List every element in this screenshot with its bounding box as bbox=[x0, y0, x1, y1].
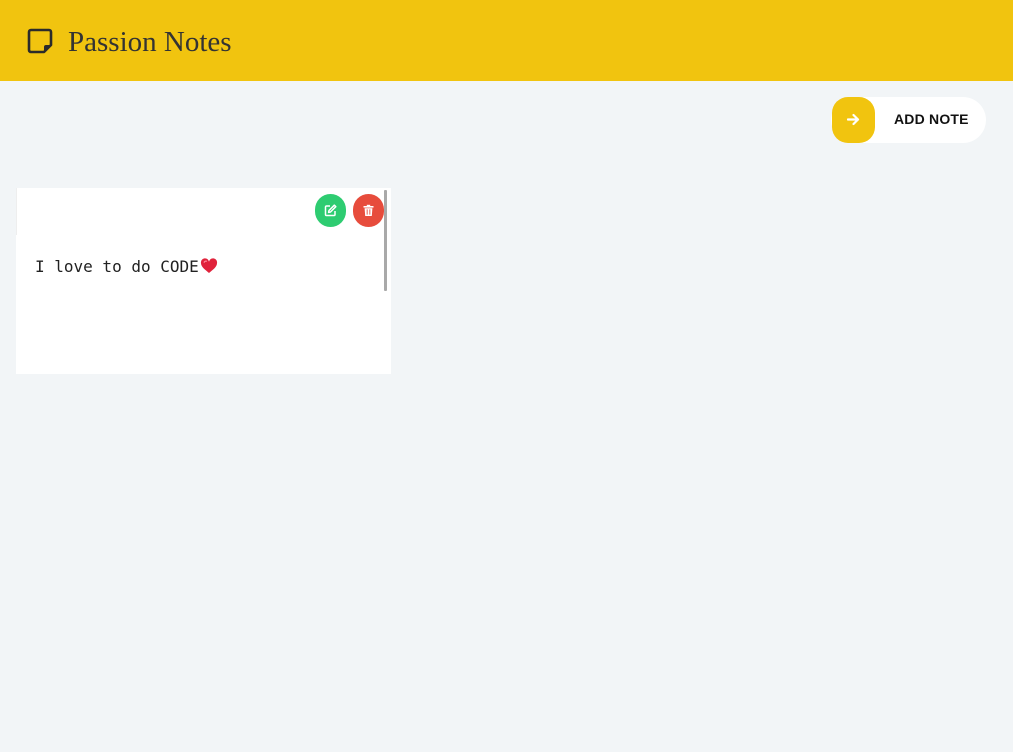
add-note-button[interactable]: ADD NOTE bbox=[831, 97, 986, 143]
add-note-arrow-badge[interactable] bbox=[832, 97, 875, 143]
delete-note-button[interactable] bbox=[353, 194, 384, 227]
note-scrollbar[interactable] bbox=[384, 190, 387, 291]
edit-icon bbox=[324, 204, 337, 217]
note-divider bbox=[16, 188, 17, 235]
red-heart-icon bbox=[200, 258, 217, 273]
add-note-label[interactable]: ADD NOTE bbox=[894, 111, 969, 127]
app-header: Passion Notes bbox=[0, 0, 1013, 81]
note-text-content: I love to do CODE bbox=[35, 257, 199, 276]
app-title: Passion Notes bbox=[68, 26, 232, 58]
edit-note-button[interactable] bbox=[315, 194, 346, 227]
trash-icon bbox=[363, 204, 374, 216]
note-card: I love to do CODE bbox=[16, 188, 391, 374]
arrow-right-icon bbox=[847, 113, 860, 126]
note-toolbar bbox=[16, 188, 391, 236]
note-body[interactable]: I love to do CODE bbox=[16, 236, 382, 374]
sticky-note-icon bbox=[27, 28, 53, 54]
note-text[interactable]: I love to do CODE bbox=[35, 257, 218, 276]
